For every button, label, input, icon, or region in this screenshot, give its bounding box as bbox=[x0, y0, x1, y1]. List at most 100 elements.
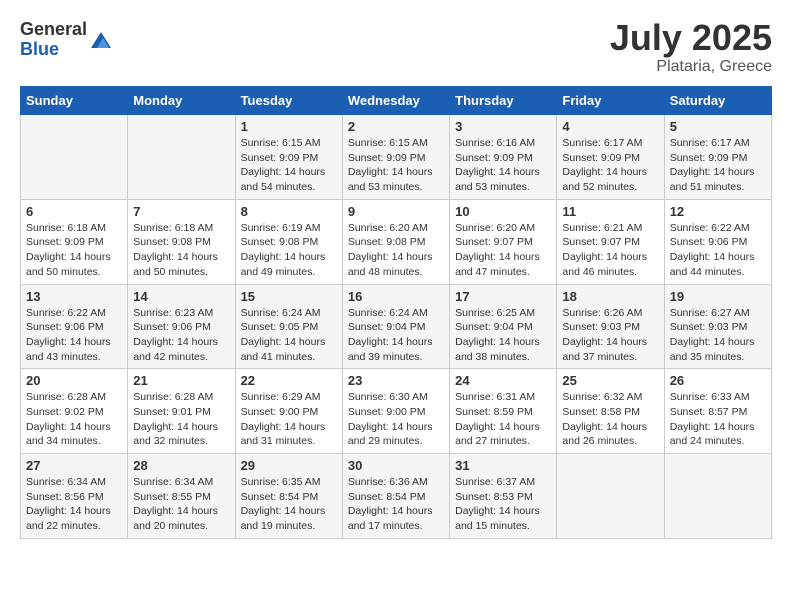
header-thursday: Thursday bbox=[450, 87, 557, 115]
day-info: Sunrise: 6:22 AM Sunset: 9:06 PM Dayligh… bbox=[670, 221, 766, 280]
calendar-cell: 22 Sunrise: 6:29 AM Sunset: 9:00 PM Dayli… bbox=[235, 369, 342, 454]
calendar-cell: 30 Sunrise: 6:36 AM Sunset: 8:54 PM Dayli… bbox=[342, 454, 449, 539]
calendar-cell: 21Sunrise: 6:28 AM Sunset: 9:01 PM Dayli… bbox=[128, 369, 235, 454]
header-friday: Friday bbox=[557, 87, 664, 115]
location: Plataria, Greece bbox=[610, 58, 772, 76]
calendar-cell: 8Sunrise: 6:19 AM Sunset: 9:08 PM Daylig… bbox=[235, 199, 342, 284]
day-number: 22 bbox=[241, 373, 337, 388]
day-info: Sunrise: 6:20 AM Sunset: 9:07 PM Dayligh… bbox=[455, 221, 551, 280]
day-number: 4 bbox=[562, 119, 658, 134]
day-info: Sunrise: 6:34 AM Sunset: 8:56 PM Dayligh… bbox=[26, 475, 122, 534]
calendar-cell: 1 Sunrise: 6:15 AM Sunset: 9:09 PM Daylig… bbox=[235, 115, 342, 200]
calendar-week-1: 1 Sunrise: 6:15 AM Sunset: 9:09 PM Daylig… bbox=[21, 115, 772, 200]
calendar-cell: 13 Sunrise: 6:22 AM Sunset: 9:06 PM Dayli… bbox=[21, 284, 128, 369]
logo-general: General bbox=[20, 20, 87, 40]
day-number: 31 bbox=[455, 458, 551, 473]
calendar-table: SundayMondayTuesdayWednesdayThursdayFrid… bbox=[20, 86, 772, 539]
calendar-cell: 15 Sunrise: 6:24 AM Sunset: 9:05 PM Dayli… bbox=[235, 284, 342, 369]
calendar-cell: 3Sunrise: 6:16 AM Sunset: 9:09 PM Daylig… bbox=[450, 115, 557, 200]
calendar-cell: 25 Sunrise: 6:32 AM Sunset: 8:58 PM Dayli… bbox=[557, 369, 664, 454]
day-info: Sunrise: 6:28 AM Sunset: 9:01 PM Dayligh… bbox=[133, 390, 229, 449]
day-number: 29 bbox=[241, 458, 337, 473]
logo-icon bbox=[89, 28, 113, 52]
calendar-week-3: 13 Sunrise: 6:22 AM Sunset: 9:06 PM Dayli… bbox=[21, 284, 772, 369]
day-info: Sunrise: 6:18 AM Sunset: 9:08 PM Dayligh… bbox=[133, 221, 229, 280]
calendar-cell bbox=[664, 454, 771, 539]
calendar-cell: 31 Sunrise: 6:37 AM Sunset: 8:53 PM Dayli… bbox=[450, 454, 557, 539]
day-info: Sunrise: 6:15 AM Sunset: 9:09 PM Dayligh… bbox=[241, 136, 337, 195]
calendar-cell: 16 Sunrise: 6:24 AM Sunset: 9:04 PM Dayli… bbox=[342, 284, 449, 369]
day-number: 19 bbox=[670, 289, 766, 304]
calendar-cell: 28Sunrise: 6:34 AM Sunset: 8:55 PM Dayli… bbox=[128, 454, 235, 539]
day-info: Sunrise: 6:17 AM Sunset: 9:09 PM Dayligh… bbox=[670, 136, 766, 195]
calendar-cell: 20 Sunrise: 6:28 AM Sunset: 9:02 PM Dayli… bbox=[21, 369, 128, 454]
header-sunday: Sunday bbox=[21, 87, 128, 115]
day-number: 18 bbox=[562, 289, 658, 304]
calendar-week-4: 20 Sunrise: 6:28 AM Sunset: 9:02 PM Dayli… bbox=[21, 369, 772, 454]
day-info: Sunrise: 6:25 AM Sunset: 9:04 PM Dayligh… bbox=[455, 306, 551, 365]
day-info: Sunrise: 6:26 AM Sunset: 9:03 PM Dayligh… bbox=[562, 306, 658, 365]
calendar-cell: 5 Sunrise: 6:17 AM Sunset: 9:09 PM Daylig… bbox=[664, 115, 771, 200]
calendar-cell: 11Sunrise: 6:21 AM Sunset: 9:07 PM Dayli… bbox=[557, 199, 664, 284]
calendar-cell: 10Sunrise: 6:20 AM Sunset: 9:07 PM Dayli… bbox=[450, 199, 557, 284]
calendar-cell: 2Sunrise: 6:15 AM Sunset: 9:09 PM Daylig… bbox=[342, 115, 449, 200]
day-info: Sunrise: 6:32 AM Sunset: 8:58 PM Dayligh… bbox=[562, 390, 658, 449]
calendar-cell: 9Sunrise: 6:20 AM Sunset: 9:08 PM Daylig… bbox=[342, 199, 449, 284]
day-number: 27 bbox=[26, 458, 122, 473]
day-number: 1 bbox=[241, 119, 337, 134]
day-info: Sunrise: 6:17 AM Sunset: 9:09 PM Dayligh… bbox=[562, 136, 658, 195]
calendar-cell bbox=[128, 115, 235, 200]
day-info: Sunrise: 6:29 AM Sunset: 9:00 PM Dayligh… bbox=[241, 390, 337, 449]
calendar-cell: 7 Sunrise: 6:18 AM Sunset: 9:08 PM Daylig… bbox=[128, 199, 235, 284]
day-number: 12 bbox=[670, 204, 766, 219]
calendar-cell: 27 Sunrise: 6:34 AM Sunset: 8:56 PM Dayli… bbox=[21, 454, 128, 539]
day-info: Sunrise: 6:33 AM Sunset: 8:57 PM Dayligh… bbox=[670, 390, 766, 449]
day-number: 6 bbox=[26, 204, 122, 219]
calendar-cell: 24 Sunrise: 6:31 AM Sunset: 8:59 PM Dayli… bbox=[450, 369, 557, 454]
month-year: July 2025 bbox=[610, 20, 772, 56]
header-wednesday: Wednesday bbox=[342, 87, 449, 115]
calendar-cell bbox=[557, 454, 664, 539]
day-info: Sunrise: 6:23 AM Sunset: 9:06 PM Dayligh… bbox=[133, 306, 229, 365]
day-number: 13 bbox=[26, 289, 122, 304]
page-header: General Blue July 2025 Plataria, Greece bbox=[20, 20, 772, 76]
day-info: Sunrise: 6:24 AM Sunset: 9:05 PM Dayligh… bbox=[241, 306, 337, 365]
day-info: Sunrise: 6:24 AM Sunset: 9:04 PM Dayligh… bbox=[348, 306, 444, 365]
calendar-header-row: SundayMondayTuesdayWednesdayThursdayFrid… bbox=[21, 87, 772, 115]
day-number: 20 bbox=[26, 373, 122, 388]
day-info: Sunrise: 6:27 AM Sunset: 9:03 PM Dayligh… bbox=[670, 306, 766, 365]
calendar-cell: 18 Sunrise: 6:26 AM Sunset: 9:03 PM Dayli… bbox=[557, 284, 664, 369]
day-number: 23 bbox=[348, 373, 444, 388]
calendar-cell: 4 Sunrise: 6:17 AM Sunset: 9:09 PM Daylig… bbox=[557, 115, 664, 200]
day-number: 5 bbox=[670, 119, 766, 134]
day-number: 17 bbox=[455, 289, 551, 304]
logo: General Blue bbox=[20, 20, 113, 60]
day-info: Sunrise: 6:15 AM Sunset: 9:09 PM Dayligh… bbox=[348, 136, 444, 195]
day-number: 30 bbox=[348, 458, 444, 473]
day-number: 7 bbox=[133, 204, 229, 219]
day-info: Sunrise: 6:22 AM Sunset: 9:06 PM Dayligh… bbox=[26, 306, 122, 365]
day-info: Sunrise: 6:36 AM Sunset: 8:54 PM Dayligh… bbox=[348, 475, 444, 534]
day-info: Sunrise: 6:34 AM Sunset: 8:55 PM Dayligh… bbox=[133, 475, 229, 534]
calendar-cell: 17 Sunrise: 6:25 AM Sunset: 9:04 PM Dayli… bbox=[450, 284, 557, 369]
day-number: 25 bbox=[562, 373, 658, 388]
day-number: 15 bbox=[241, 289, 337, 304]
day-info: Sunrise: 6:31 AM Sunset: 8:59 PM Dayligh… bbox=[455, 390, 551, 449]
header-monday: Monday bbox=[128, 87, 235, 115]
calendar-week-2: 6Sunrise: 6:18 AM Sunset: 9:09 PM Daylig… bbox=[21, 199, 772, 284]
day-info: Sunrise: 6:37 AM Sunset: 8:53 PM Dayligh… bbox=[455, 475, 551, 534]
day-number: 26 bbox=[670, 373, 766, 388]
calendar-week-5: 27 Sunrise: 6:34 AM Sunset: 8:56 PM Dayli… bbox=[21, 454, 772, 539]
day-info: Sunrise: 6:28 AM Sunset: 9:02 PM Dayligh… bbox=[26, 390, 122, 449]
header-tuesday: Tuesday bbox=[235, 87, 342, 115]
calendar-cell: 29 Sunrise: 6:35 AM Sunset: 8:54 PM Dayli… bbox=[235, 454, 342, 539]
calendar-cell: 23 Sunrise: 6:30 AM Sunset: 9:00 PM Dayli… bbox=[342, 369, 449, 454]
day-info: Sunrise: 6:35 AM Sunset: 8:54 PM Dayligh… bbox=[241, 475, 337, 534]
calendar-cell: 26 Sunrise: 6:33 AM Sunset: 8:57 PM Dayli… bbox=[664, 369, 771, 454]
title-section: July 2025 Plataria, Greece bbox=[610, 20, 772, 76]
day-number: 16 bbox=[348, 289, 444, 304]
day-info: Sunrise: 6:20 AM Sunset: 9:08 PM Dayligh… bbox=[348, 221, 444, 280]
day-number: 24 bbox=[455, 373, 551, 388]
day-info: Sunrise: 6:30 AM Sunset: 9:00 PM Dayligh… bbox=[348, 390, 444, 449]
day-info: Sunrise: 6:21 AM Sunset: 9:07 PM Dayligh… bbox=[562, 221, 658, 280]
